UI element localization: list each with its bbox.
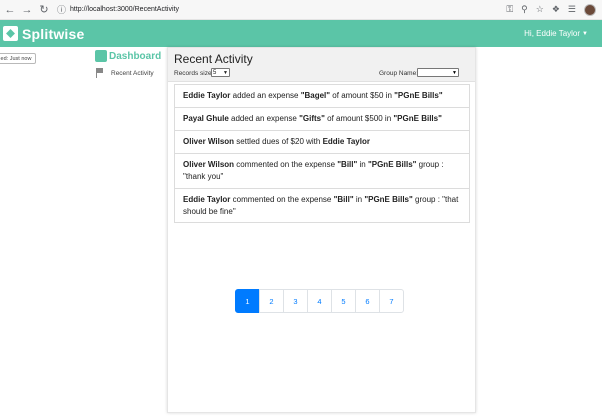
sidebar: Dashboard Recent Activity (95, 50, 165, 78)
page-button-2[interactable]: 2 (259, 289, 284, 313)
activity-highlight: Oliver Wilson (183, 160, 235, 169)
group-name-select[interactable]: ▼ (417, 68, 459, 77)
list-item: Eddie Taylor added an expense "Bagel" of… (174, 84, 470, 107)
user-menu-label: Hi, Eddie Taylor (524, 29, 581, 38)
activity-text: settled dues of $20 with (234, 137, 323, 146)
flag-icon (96, 68, 105, 78)
key-icon[interactable]: ⚿ (506, 4, 513, 15)
page-button-4[interactable]: 4 (307, 289, 332, 313)
url-text[interactable]: http://localhost:3000/RecentActivity (70, 6, 179, 13)
activity-highlight: "Bagel" (300, 91, 331, 100)
extensions-icon[interactable]: ❖ (552, 4, 560, 15)
dashboard-logo-icon (95, 50, 107, 62)
app-navbar: Splitwise Hi, Eddie Taylor ▼ (0, 20, 602, 47)
splitwise-logo-icon (3, 26, 18, 41)
records-size-label: Records size: (174, 70, 214, 77)
chevron-down-icon: ▼ (452, 70, 457, 76)
activity-highlight: "Bill" (333, 195, 354, 204)
forward-icon[interactable]: → (20, 3, 34, 17)
sidebar-item-dashboard[interactable]: Dashboard (95, 50, 165, 62)
zoom-icon[interactable]: ⚲ (521, 4, 528, 15)
page-button-5[interactable]: 5 (331, 289, 356, 313)
activity-text: added an expense (230, 91, 301, 100)
sidebar-item-label: Recent Activity (111, 69, 154, 77)
records-size-select[interactable]: 5 ▼ (211, 68, 230, 77)
dashboard-label: Dashboard (109, 50, 162, 62)
list-item: Oliver Wilson settled dues of $20 with E… (174, 130, 470, 153)
records-size-value: 5 (213, 69, 217, 76)
recent-activity-panel: Recent Activity Records size: 5 ▼ Group … (167, 47, 476, 413)
activity-text: commented on the expense (234, 160, 338, 169)
page-button-3[interactable]: 3 (283, 289, 308, 313)
user-menu-dropdown[interactable]: Hi, Eddie Taylor ▼ (524, 29, 588, 38)
pagination: 1234567 (235, 289, 404, 313)
activity-text: in (353, 195, 365, 204)
activity-highlight: Oliver Wilson (183, 137, 235, 146)
list-item: Payal Ghule added an expense "Gifts" of … (174, 107, 470, 130)
page-button-7[interactable]: 7 (379, 289, 404, 313)
activity-highlight: "PGnE Bills" (364, 195, 413, 204)
activity-highlight: "Bill" (337, 160, 358, 169)
panel-header: Recent Activity Records size: 5 ▼ Group … (168, 48, 475, 82)
list-item: Eddie Taylor commented on the expense "B… (174, 188, 470, 223)
activity-highlight: Eddie Taylor (322, 137, 370, 146)
page-title: Recent Activity (174, 52, 253, 66)
star-icon[interactable]: ☆ (536, 4, 544, 15)
activity-highlight: Eddie Taylor (183, 91, 231, 100)
activity-highlight: "PGnE Bills" (367, 160, 417, 169)
caret-down-icon: ▼ (582, 30, 588, 37)
activity-text: in (357, 160, 368, 169)
page-button-6[interactable]: 6 (355, 289, 380, 313)
list-item: Oliver Wilson commented on the expense "… (174, 153, 470, 188)
activity-highlight: Eddie Taylor (183, 195, 231, 204)
activity-highlight: Payal Ghule (183, 114, 229, 123)
browser-toolbar: ← → ↻ ⓘ http://localhost:3000/RecentActi… (0, 0, 602, 20)
activity-list: Eddie Taylor added an expense "Bagel" of… (174, 84, 470, 223)
activity-text: of amount $50 in (330, 91, 395, 100)
activity-highlight: "Gifts" (299, 114, 325, 123)
profile-avatar[interactable] (584, 3, 596, 16)
activity-highlight: "PGnE Bills" (394, 91, 443, 100)
activity-text: commented on the expense (230, 195, 334, 204)
back-icon[interactable]: ← (3, 3, 17, 17)
activity-highlight: "PGnE Bills" (393, 114, 442, 123)
toast-notification: ed: Just now (0, 53, 36, 64)
activity-text: of amount $500 in (324, 114, 394, 123)
page-button-1[interactable]: 1 (235, 289, 260, 313)
reload-icon[interactable]: ↻ (37, 3, 51, 17)
reading-list-icon[interactable]: ☰ (568, 4, 576, 15)
address-bar[interactable]: ⓘ http://localhost:3000/RecentActivity (57, 2, 506, 18)
info-icon[interactable]: ⓘ (57, 3, 66, 16)
chevron-down-icon: ▼ (223, 70, 228, 76)
activity-text: added an expense (228, 114, 300, 123)
group-name-label: Group Name: (379, 70, 419, 77)
toast-text: ed: Just now (0, 55, 32, 62)
brand-link[interactable]: Splitwise (3, 26, 84, 42)
brand-name: Splitwise (22, 25, 85, 42)
sidebar-item-recent-activity[interactable]: Recent Activity (96, 68, 165, 78)
